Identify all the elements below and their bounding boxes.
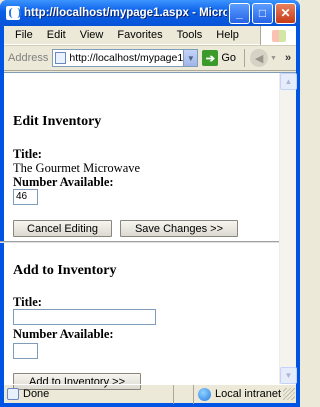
menu-edit[interactable]: Edit xyxy=(40,29,73,41)
save-changes-button[interactable]: Save Changes >> xyxy=(120,220,238,237)
toolbar-overflow-chevron[interactable]: » xyxy=(285,52,291,64)
page-content: Edit Inventory Title: The Gourmet Microw… xyxy=(0,73,279,390)
scroll-down-icon[interactable]: ▼ xyxy=(280,367,297,384)
vertical-scrollbar[interactable]: ▲ ▼ xyxy=(279,73,297,384)
windows-logo-icon xyxy=(260,26,296,45)
browser-window: http://localhost/mypage1.aspx - Microsof… xyxy=(0,0,300,407)
done-page-icon xyxy=(7,388,19,400)
edit-title-label: Title: xyxy=(13,147,42,161)
add-number-label: Number Available: xyxy=(13,327,114,341)
menu-bar: File Edit View Favorites Tools Help xyxy=(4,26,296,45)
menu-favorites[interactable]: Favorites xyxy=(110,29,169,41)
back-button[interactable]: ◀ xyxy=(250,49,269,67)
address-label: Address xyxy=(8,52,49,64)
address-input[interactable]: http://localhost/mypage1.aspx xyxy=(52,49,185,67)
title-bar[interactable]: http://localhost/mypage1.aspx - Microsof… xyxy=(0,0,300,26)
status-panel xyxy=(174,384,194,404)
toolbar-separator xyxy=(244,49,246,67)
page-viewport: Edit Inventory Title: The Gourmet Microw… xyxy=(0,72,297,390)
menu-view[interactable]: View xyxy=(73,29,111,41)
browser-client: File Edit View Favorites Tools Help Addr… xyxy=(0,26,297,404)
add-inventory-heading: Add to Inventory xyxy=(13,263,117,278)
address-dropdown-button[interactable]: ▼ xyxy=(184,49,199,67)
local-intranet-icon xyxy=(198,387,211,401)
menu-file[interactable]: File xyxy=(8,29,40,41)
scroll-up-icon[interactable]: ▲ xyxy=(280,73,297,90)
status-zone: Local intranet xyxy=(194,385,283,404)
address-bar: Address http://localhost/mypage1.aspx ▼ … xyxy=(4,45,296,71)
resize-grip-icon[interactable] xyxy=(283,388,295,400)
status-bar: Done Local intranet xyxy=(4,384,296,404)
edit-inventory-heading: Edit Inventory xyxy=(13,114,102,129)
address-url: http://localhost/mypage1.aspx xyxy=(69,52,185,64)
edit-number-input[interactable]: 46 xyxy=(13,189,38,205)
maximize-button[interactable]: □ xyxy=(252,2,273,24)
close-button[interactable]: ✕ xyxy=(275,2,296,24)
page-icon xyxy=(55,52,67,64)
status-text: Done xyxy=(23,388,50,400)
add-title-label: Title: xyxy=(13,295,42,309)
minimize-button[interactable]: _ xyxy=(229,2,250,24)
go-label: Go xyxy=(221,52,237,64)
zone-text: Local intranet xyxy=(215,388,282,400)
back-dropdown-icon[interactable]: ▼ xyxy=(270,55,277,62)
add-number-input[interactable] xyxy=(13,343,38,359)
edit-number-label: Number Available: xyxy=(13,175,114,189)
add-title-input[interactable] xyxy=(13,309,156,325)
go-arrow-icon: ➔ xyxy=(202,50,219,66)
section-divider xyxy=(0,241,279,243)
edit-title-value: The Gourmet Microwave xyxy=(13,161,141,175)
cancel-editing-button[interactable]: Cancel Editing xyxy=(13,220,112,237)
status-left: Done xyxy=(4,384,174,404)
internet-explorer-icon xyxy=(6,6,21,20)
go-button[interactable]: ➔ Go xyxy=(202,50,236,66)
menu-tools[interactable]: Tools xyxy=(170,29,210,41)
window-title: http://localhost/mypage1.aspx - Microsof… xyxy=(24,7,227,19)
menu-help[interactable]: Help xyxy=(209,29,246,41)
